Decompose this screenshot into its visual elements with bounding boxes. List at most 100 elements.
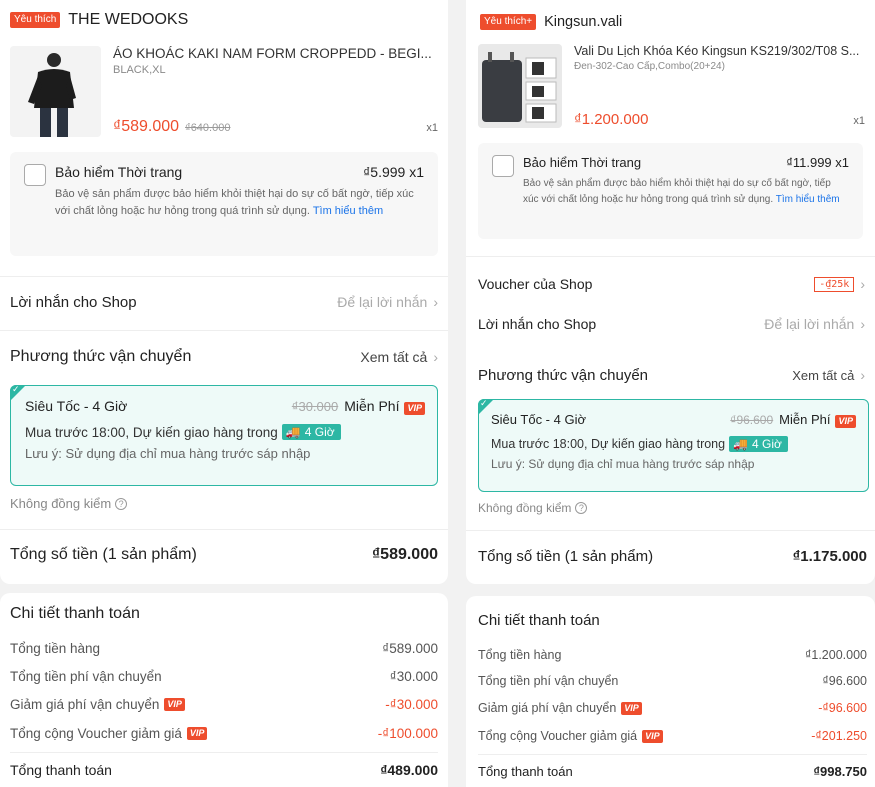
payment-row: Tổng tiền hàng ₫589.000 bbox=[0, 641, 448, 656]
insurance-title-row: Bảo hiểm Thời trang ₫11.999 x1 bbox=[523, 155, 849, 170]
message-label: Lời nhắn cho Shop bbox=[10, 293, 137, 311]
insurance-checkbox[interactable] bbox=[492, 155, 514, 177]
shipping-option-selected[interactable]: ✓ Siêu Tốc - 4 Giờ ₫96.600 Miễn Phí VIP … bbox=[478, 398, 869, 492]
payment-row: Tổng tiền hàng ₫1.200.000 bbox=[466, 648, 875, 662]
product-thumbnail bbox=[478, 44, 562, 128]
shop-total-value: ₫1.175.000 bbox=[792, 548, 867, 565]
vip-icon: VIP bbox=[642, 729, 663, 743]
favorite-badge: Yêu thích+ bbox=[480, 14, 537, 30]
message-label: Lời nhắn cho Shop bbox=[478, 316, 597, 332]
shop-total-row: Tổng số tiền (1 sản phẩm) ₫589.000 bbox=[0, 546, 448, 564]
insurance-learn-more-link[interactable]: Tìm hiểu thêm bbox=[313, 205, 383, 217]
shipping-option-selected[interactable]: ✓ Siêu Tốc - 4 Giờ ₫30.000 Miễn Phí VIP … bbox=[10, 384, 438, 486]
shop-header[interactable]: Yêu thích THE WEDOOKS bbox=[0, 0, 448, 38]
product-price: ₫1.200.000 bbox=[574, 111, 649, 128]
insurance-checkbox[interactable] bbox=[24, 164, 46, 186]
shipping-old-fee: ₫96.600 bbox=[730, 413, 774, 427]
shipping-option-name: Siêu Tốc - 4 Giờ bbox=[491, 412, 586, 427]
divider bbox=[466, 530, 875, 531]
shop-header[interactable]: Yêu thích+ Kingsun.vali bbox=[466, 0, 875, 38]
vip-icon: VIP bbox=[835, 415, 856, 428]
shipping-header-row: Phương thức vận chuyển Xem tất cả › bbox=[466, 363, 875, 387]
insurance-description: Bảo vệ sản phẩm được bảo hiểm khỏi thiệt… bbox=[523, 176, 849, 208]
vip-icon: VIP bbox=[164, 698, 185, 711]
message-placeholder: Để lại lời nhắn bbox=[337, 294, 428, 310]
truck-icon: 🚚 bbox=[733, 437, 749, 451]
chevron-right-icon: › bbox=[860, 276, 865, 292]
insurance-title: Bảo hiểm Thời trang bbox=[523, 155, 642, 170]
insurance-description: Bảo vệ sản phẩm được bảo hiểm khỏi thiệt… bbox=[55, 186, 424, 220]
insurance-title: Bảo hiểm Thời trang bbox=[55, 164, 183, 180]
insurance-learn-more-link[interactable]: Tìm hiểu thêm bbox=[776, 194, 840, 205]
shipping-fee: Miễn Phí bbox=[779, 412, 831, 427]
product-variant: BLACK,XL bbox=[113, 64, 166, 76]
voucher-tag-wrap: -₫25k › bbox=[814, 276, 865, 292]
shop-name[interactable]: THE WEDOOKS bbox=[68, 11, 188, 29]
message-row[interactable]: Lời nhắn cho Shop Để lại lời nhắn › bbox=[0, 288, 448, 316]
product-price: ₫589.000 bbox=[113, 118, 180, 135]
product-variant: Đen-302-Cao Cấp,Combo(20+24) bbox=[574, 61, 725, 72]
insurance-title-row: Bảo hiểm Thời trang ₫5.999 x1 bbox=[55, 164, 424, 180]
payment-total-value: ₫998.750 bbox=[813, 764, 867, 779]
shipping-note: Lưu ý: Sử dụng địa chỉ mua hàng trước sá… bbox=[491, 457, 755, 471]
shipping-eta-text: Mua trước 18:00, Dự kiến giao hàng trong bbox=[25, 424, 278, 440]
check-icon: ✓ bbox=[12, 384, 20, 394]
luggage-image-icon bbox=[478, 44, 562, 128]
product-item[interactable]: ÁO KHOÁC KAKI NAM FORM CROPPEDD - BEGI..… bbox=[0, 38, 448, 138]
payment-row: Giảm giá phí vận chuyển VIP -₫96.600 bbox=[466, 701, 875, 715]
chevron-right-icon: › bbox=[433, 349, 438, 365]
chevron-right-icon: › bbox=[860, 367, 865, 383]
product-title: ÁO KHOÁC KAKI NAM FORM CROPPEDD - BEGI..… bbox=[113, 46, 432, 61]
voucher-tag: -₫25k bbox=[814, 276, 855, 292]
see-all-shipping[interactable]: Xem tất cả › bbox=[792, 367, 865, 383]
message-row[interactable]: Lời nhắn cho Shop Để lại lời nhắn › bbox=[466, 313, 875, 335]
shop-card: Yêu thích THE WEDOOKS ÁO KHOÁC KAKI NAM … bbox=[0, 0, 448, 584]
product-price-row: ₫1.200.000 x1 bbox=[574, 111, 865, 128]
payment-row-label: Tổng tiền hàng bbox=[478, 648, 562, 662]
divider bbox=[0, 276, 448, 277]
shipping-option-top: Siêu Tốc - 4 Giờ ₫30.000 Miễn Phí VIP bbox=[25, 398, 425, 415]
payment-title: Chi tiết thanh toán bbox=[478, 612, 600, 629]
no-inspection-row: Không đồng kiểm ? bbox=[466, 501, 875, 515]
product-info: Vali Du Lịch Khóa Kéo Kingsun KS219/302/… bbox=[574, 44, 865, 130]
no-inspection-label: Không đồng kiểm bbox=[10, 496, 112, 511]
divider bbox=[466, 256, 875, 257]
shipping-option-top: Siêu Tốc - 4 Giờ ₫96.600 Miễn Phí VIP bbox=[491, 412, 856, 428]
payment-row-value: ₫589.000 bbox=[382, 641, 438, 656]
payment-row-label: Giảm giá phí vận chuyển bbox=[478, 701, 617, 715]
payment-total-row: Tổng thanh toán ₫489.000 bbox=[0, 762, 448, 778]
message-placeholder-wrap: Để lại lời nhắn › bbox=[337, 294, 438, 310]
payment-details-card: Chi tiết thanh toán Tổng tiền hàng ₫1.20… bbox=[466, 596, 875, 787]
shipping-fee: Miễn Phí bbox=[344, 398, 400, 414]
shop-total-row: Tổng số tiền (1 sản phẩm) ₫1.175.000 bbox=[466, 548, 875, 565]
help-icon[interactable]: ? bbox=[575, 502, 588, 514]
shop-total-value: ₫589.000 bbox=[371, 546, 438, 563]
product-quantity: x1 bbox=[426, 122, 438, 134]
payment-row-value: -₫96.600 bbox=[818, 701, 867, 715]
shipping-option-name: Siêu Tốc - 4 Giờ bbox=[25, 398, 128, 414]
payment-total-label: Tổng thanh toán bbox=[10, 762, 112, 778]
see-all-label: Xem tất cả bbox=[792, 367, 855, 383]
product-info: ÁO KHOÁC KAKI NAM FORM CROPPEDD - BEGI..… bbox=[113, 46, 438, 138]
chevron-right-icon: › bbox=[433, 294, 438, 310]
check-icon: ✓ bbox=[480, 398, 488, 408]
shipping-time-chip: 🚚 4 Giờ bbox=[281, 424, 341, 440]
product-title: Vali Du Lịch Khóa Kéo Kingsun KS219/302/… bbox=[574, 44, 860, 58]
chevron-right-icon: › bbox=[860, 316, 865, 332]
truck-icon: 🚚 bbox=[285, 425, 301, 439]
help-icon[interactable]: ? bbox=[115, 497, 128, 510]
payment-row-value: -₫100.000 bbox=[377, 726, 438, 741]
right-order-column: Yêu thích+ Kingsun.vali Vali Du Lịch Khó… bbox=[466, 0, 875, 787]
divider bbox=[10, 752, 438, 753]
payment-row: Giảm giá phí vận chuyển VIP -₫30.000 bbox=[0, 697, 448, 712]
shop-total-label: Tổng số tiền (1 sản phẩm) bbox=[478, 548, 654, 565]
shop-total-label: Tổng số tiền (1 sản phẩm) bbox=[10, 546, 197, 563]
shop-name[interactable]: Kingsun.vali bbox=[544, 14, 622, 30]
shipping-note: Lưu ý: Sử dụng địa chỉ mua hàng trước sá… bbox=[25, 446, 311, 461]
product-item[interactable]: Vali Du Lịch Khóa Kéo Kingsun KS219/302/… bbox=[466, 38, 875, 130]
shipping-time-chip: 🚚 4 Giờ bbox=[729, 436, 788, 452]
see-all-shipping[interactable]: Xem tất cả › bbox=[360, 349, 438, 365]
shop-voucher-row[interactable]: Voucher của Shop -₫25k › bbox=[466, 273, 875, 295]
payment-title: Chi tiết thanh toán bbox=[10, 605, 140, 622]
payment-row: Tổng tiền phí vận chuyển ₫96.600 bbox=[466, 674, 875, 688]
